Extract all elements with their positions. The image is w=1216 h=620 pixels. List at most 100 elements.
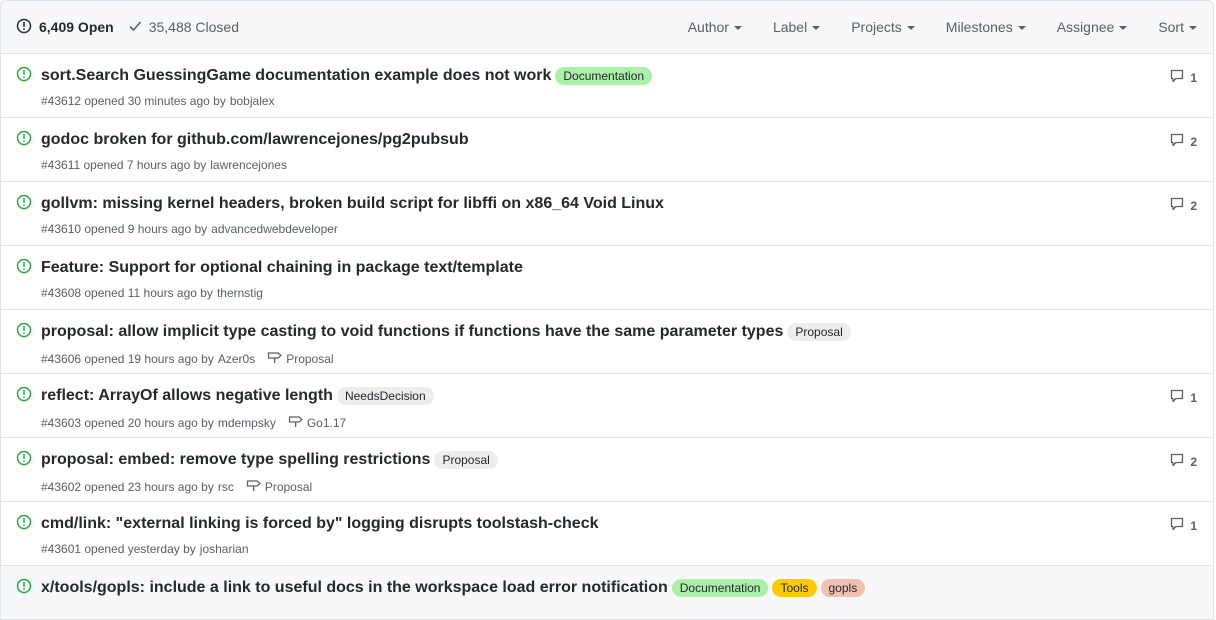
issue-comments-link[interactable]: 2 [1169, 452, 1197, 471]
issue-comments-link[interactable]: 1 [1169, 388, 1197, 407]
filter-projects[interactable]: Projects [851, 19, 915, 35]
issue-label[interactable]: Documentation [555, 67, 653, 85]
filter-milestones[interactable]: Milestones [946, 19, 1026, 35]
issue-meta: #43612 opened 30 minutes ago by bobjalex [41, 94, 275, 108]
issue-row[interactable]: proposal: embed: remove type spelling re… [1, 438, 1213, 502]
issue-meta-text: #43606 opened 19 hours ago by [41, 351, 214, 366]
comment-count: 1 [1190, 70, 1197, 85]
issue-title-line: cmd/link: "external linking is forced by… [41, 515, 599, 533]
issue-meta: #43610 opened 9 hours ago by advancedwebd… [41, 222, 338, 236]
issue-opened-icon [16, 66, 32, 87]
issue-title-link[interactable]: Feature: Support for optional chaining i… [41, 259, 523, 277]
issue-meta: #43611 opened 7 hours ago by lawrencejone… [41, 158, 287, 172]
issue-author-link[interactable]: josharian [200, 542, 249, 556]
issue-row[interactable]: gollvm: missing kernel headers, broken b… [1, 182, 1213, 246]
issue-title-link[interactable]: cmd/link: "external linking is forced by… [41, 515, 599, 533]
issue-label[interactable]: Tools [772, 579, 817, 597]
issue-title-link[interactable]: x/tools/gopls: include a link to useful … [41, 579, 668, 597]
comment-count: 2 [1190, 198, 1197, 213]
comment-count: 2 [1190, 134, 1197, 149]
issue-row[interactable]: Feature: Support for optional chaining i… [1, 246, 1213, 310]
issue-opened-icon [16, 450, 32, 471]
issue-title-link[interactable]: reflect: ArrayOf allows negative length [41, 387, 333, 405]
filter-label: Author [687, 19, 729, 35]
issue-author-link[interactable]: thernstig [217, 286, 263, 300]
open-count-label: 6,409 Open [39, 19, 114, 35]
issue-author-link[interactable]: advancedwebdeveloper [211, 222, 338, 236]
issue-title-line: sort.Search GuessingGame documentation e… [41, 67, 653, 85]
issue-author-link[interactable]: rsc [218, 480, 234, 494]
issue-meta: #43608 opened 11 hours ago by thernstig [41, 286, 263, 300]
milestone-icon [267, 350, 286, 367]
issue-title-line: proposal: embed: remove type spelling re… [41, 451, 498, 469]
filter-assignee[interactable]: Assignee [1057, 19, 1128, 35]
issue-comments-link[interactable]: 2 [1169, 132, 1197, 151]
issue-label[interactable]: gopls [820, 579, 866, 597]
issue-title-link[interactable]: sort.Search GuessingGame documentation e… [41, 67, 551, 85]
closed-issues-toggle[interactable]: 35,488 Closed [128, 19, 239, 36]
comment-icon [1169, 196, 1190, 215]
issue-meta: #43602 opened 23 hours ago by rsc Proposal [41, 478, 312, 495]
issue-row[interactable]: x/tools/gopls: include a link to useful … [1, 566, 1213, 619]
issue-opened-icon [16, 386, 32, 407]
issue-meta-text: #43603 opened 20 hours ago by [41, 415, 214, 430]
filter-label: Sort [1158, 19, 1184, 35]
issue-row[interactable]: godoc broken for github.com/lawrencejone… [1, 118, 1213, 182]
issue-meta-text: #43608 opened 11 hours ago by [41, 286, 213, 300]
issue-title-link[interactable]: godoc broken for github.com/lawrencejone… [41, 131, 469, 149]
comment-icon [1169, 452, 1190, 471]
issue-milestone-link[interactable]: Proposal [267, 350, 334, 367]
issue-author-link[interactable]: mdempsky [218, 416, 276, 430]
comment-count: 2 [1190, 454, 1197, 469]
issue-opened-icon [16, 258, 32, 279]
issue-author-link[interactable]: bobjalex [230, 94, 275, 108]
issue-label[interactable]: Proposal [434, 451, 498, 469]
filter-label[interactable]: Label [772, 19, 821, 35]
issue-row[interactable]: sort.Search GuessingGame documentation e… [1, 54, 1213, 118]
issue-title-line: godoc broken for github.com/lawrencejone… [41, 131, 469, 149]
issue-author-link[interactable]: lawrencejones [210, 158, 287, 172]
issue-milestone-link[interactable]: Proposal [246, 478, 312, 495]
milestone-icon [288, 414, 307, 431]
issue-meta: #43601 opened yesterday by josharian [41, 542, 249, 556]
filter-label: Label [772, 19, 808, 35]
issue-row[interactable]: cmd/link: "external linking is forced by… [1, 502, 1213, 566]
check-icon [128, 19, 149, 36]
issue-title-link[interactable]: proposal: embed: remove type spelling re… [41, 451, 430, 469]
issue-label[interactable]: Documentation [671, 579, 769, 597]
issues-header: 6,409 Open 35,488 Closed Author Label Proj… [1, 1, 1213, 54]
issue-comments-link[interactable]: 2 [1169, 196, 1197, 215]
issues-box: 6,409 Open 35,488 Closed Author Label Proj… [0, 0, 1214, 620]
issue-label[interactable]: NeedsDecision [336, 387, 434, 405]
filter-sort[interactable]: Sort [1158, 19, 1197, 35]
milestone-icon [246, 478, 265, 495]
open-issues-toggle[interactable]: 6,409 Open [16, 18, 114, 37]
issue-title-line: reflect: ArrayOf allows negative length N… [41, 387, 434, 405]
issue-meta: #43603 opened 20 hours ago by mdempsky Go1… [41, 414, 346, 431]
issue-title-link[interactable]: gollvm: missing kernel headers, broken b… [41, 195, 664, 213]
filter-label: Milestones [945, 19, 1013, 35]
filter-author[interactable]: Author [688, 19, 742, 35]
filter-label: Assignee [1056, 19, 1115, 35]
issue-comments-link[interactable]: 1 [1169, 68, 1197, 87]
issue-row[interactable]: reflect: ArrayOf allows negative length N… [1, 374, 1213, 438]
caret-down-icon [733, 25, 742, 30]
issue-meta-text: #43602 opened 23 hours ago by [41, 479, 214, 494]
issue-label[interactable]: Proposal [787, 323, 851, 341]
caret-down-icon [906, 25, 915, 30]
caret-down-icon [1119, 25, 1128, 30]
issue-meta-text: #43611 opened 7 hours ago by [41, 158, 207, 172]
issue-author-link[interactable]: Azer0s [218, 352, 255, 366]
issue-milestone-link[interactable]: Go1.17 [288, 414, 346, 431]
comment-count: 1 [1190, 390, 1197, 405]
comment-icon [1169, 68, 1190, 87]
issue-comments-link[interactable]: 1 [1169, 516, 1197, 535]
issue-row[interactable]: proposal: allow implicit type casting to… [1, 310, 1213, 374]
issue-meta-text: #43612 opened 30 minutes ago by [41, 94, 226, 108]
comment-icon [1169, 516, 1190, 535]
caret-down-icon [1017, 25, 1026, 30]
issue-opened-icon [16, 18, 39, 37]
issue-title-link[interactable]: proposal: allow implicit type casting to… [41, 323, 783, 341]
issue-opened-icon [16, 130, 32, 151]
issue-list: sort.Search GuessingGame documentation e… [1, 54, 1213, 619]
